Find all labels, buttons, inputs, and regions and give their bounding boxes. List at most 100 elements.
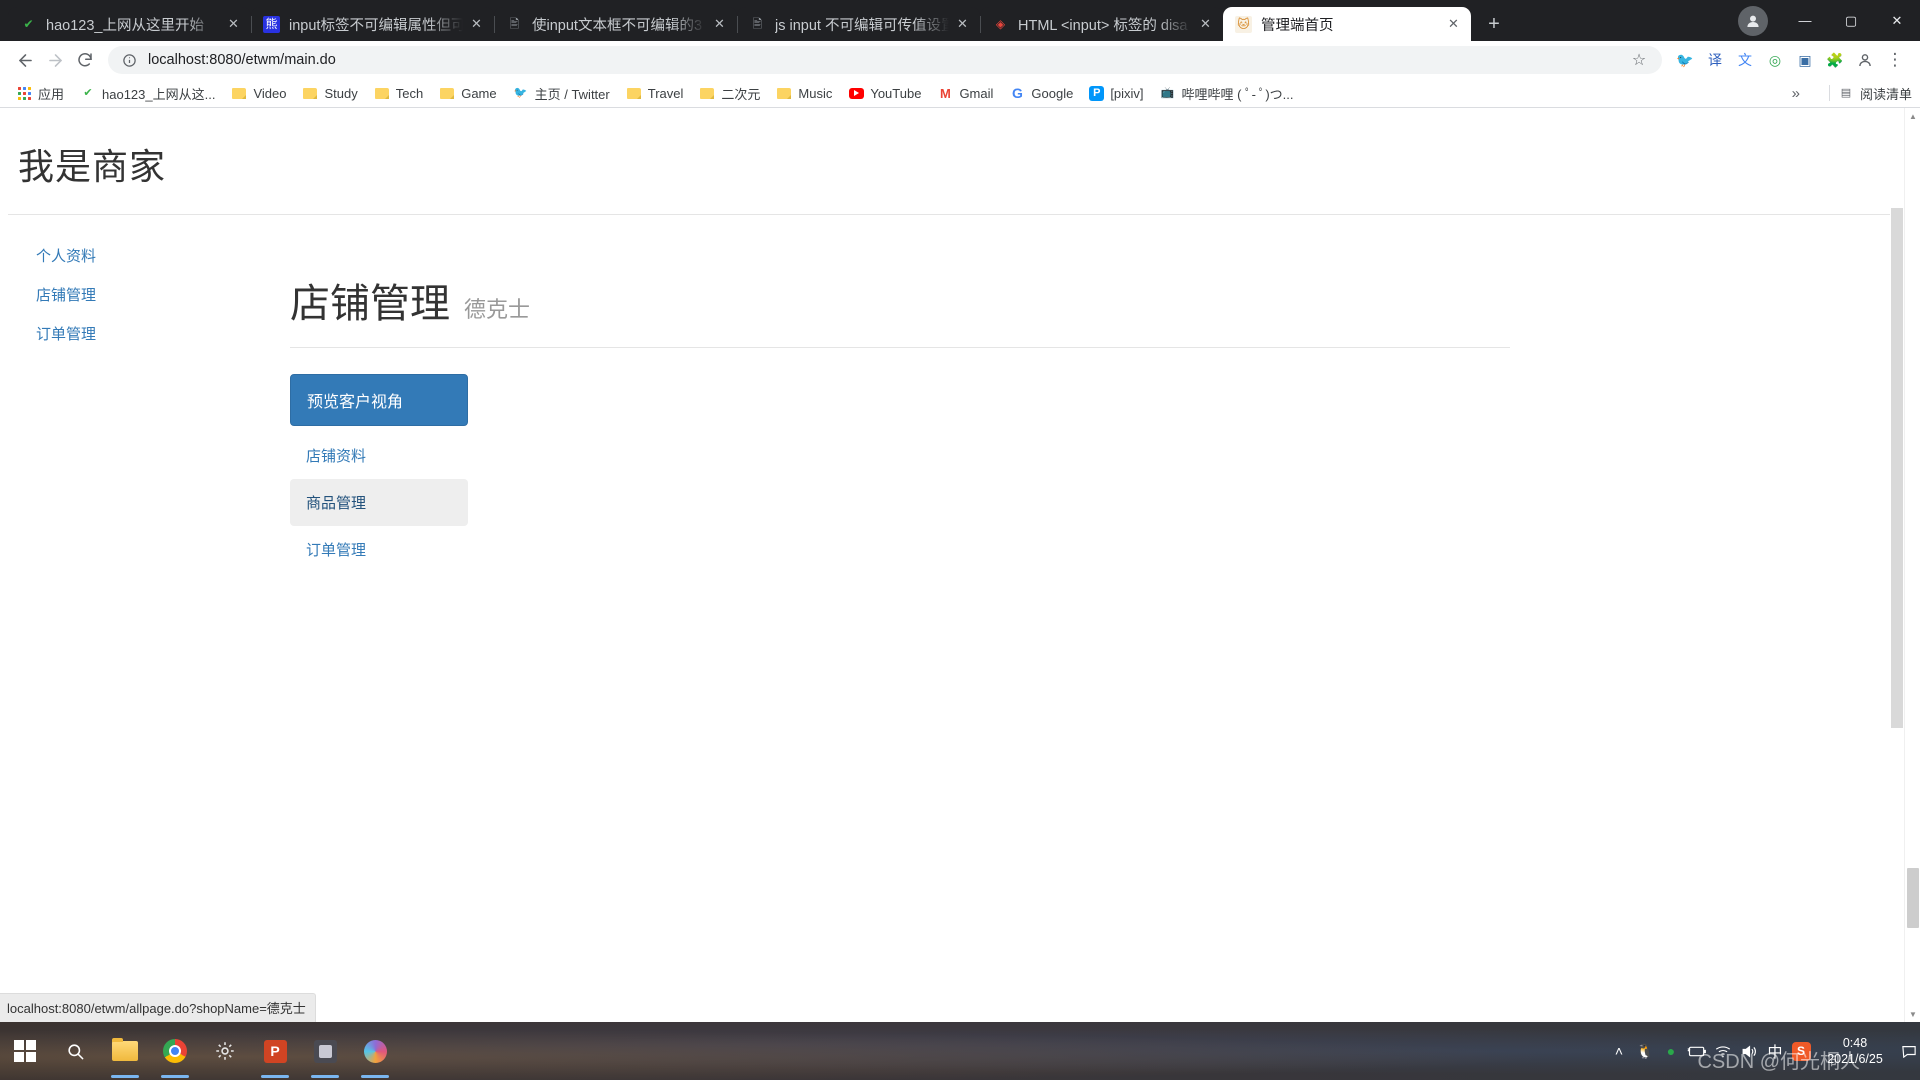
- bookmark-item[interactable]: Game: [431, 81, 504, 105]
- close-window-button[interactable]: ✕: [1874, 0, 1920, 41]
- bookmark-item[interactable]: Travel: [618, 81, 692, 105]
- media-app-icon[interactable]: [350, 1022, 400, 1080]
- reload-icon[interactable]: [70, 45, 100, 75]
- puzzle-icon[interactable]: 🧩: [1821, 46, 1849, 74]
- bookmark-item[interactable]: 二次元: [691, 81, 768, 105]
- browser-tab[interactable]: ◈ HTML <input> 标签的 disa ✕: [980, 7, 1223, 41]
- minimize-button[interactable]: —: [1782, 0, 1828, 41]
- address-bar[interactable]: localhost:8080/etwm/main.do ☆: [108, 46, 1662, 74]
- extensions-area: 🐦 译 文 ◎ ▣ 🧩 ⋮: [1670, 46, 1910, 74]
- close-icon[interactable]: ✕: [953, 15, 972, 34]
- site-info-icon[interactable]: [118, 49, 140, 71]
- back-icon[interactable]: [10, 45, 40, 75]
- scroll-down-icon[interactable]: ▼: [1905, 1006, 1920, 1022]
- forward-icon[interactable]: [40, 45, 70, 75]
- hao123-icon: ✔: [80, 85, 96, 101]
- merchant-admin-page: 我是商家 个人资料 店铺管理 订单管理 店铺管理 德克士 预览客户视角: [0, 108, 1920, 573]
- chrome-icon[interactable]: [150, 1022, 200, 1080]
- new-tab-button[interactable]: +: [1479, 9, 1509, 39]
- baidu-icon: 熊: [263, 16, 280, 33]
- settings-gear-icon[interactable]: [200, 1022, 250, 1080]
- order-management-link[interactable]: 订单管理: [290, 526, 468, 573]
- app-icon[interactable]: [300, 1022, 350, 1080]
- sidebar-item-profile[interactable]: 个人资料: [36, 237, 290, 276]
- action-center-icon[interactable]: [1898, 1022, 1920, 1080]
- bookmark-star-icon[interactable]: ☆: [1624, 45, 1654, 75]
- bookmark-item[interactable]: ✔ hao123_上网从这...: [72, 81, 223, 105]
- bookmark-item[interactable]: Study: [294, 81, 365, 105]
- bookmark-label: Google: [1031, 86, 1073, 101]
- content-scrollbar[interactable]: [1890, 208, 1904, 1022]
- maximize-button[interactable]: ▢: [1828, 0, 1874, 41]
- close-icon[interactable]: ✕: [1444, 15, 1463, 34]
- bookmark-item[interactable]: 🐦 主页 / Twitter: [505, 81, 618, 105]
- battery-icon[interactable]: [1684, 1022, 1710, 1080]
- powerpoint-icon[interactable]: P: [250, 1022, 300, 1080]
- bookmark-apps[interactable]: 应用: [8, 81, 72, 105]
- browser-tab[interactable]: 🖹 使input文本框不可编辑的3 ✕: [494, 7, 737, 41]
- volume-icon[interactable]: [1736, 1022, 1762, 1080]
- bookmark-item[interactable]: Tech: [366, 81, 431, 105]
- search-icon[interactable]: [50, 1022, 100, 1080]
- twitter-icon: 🐦: [513, 85, 529, 101]
- bookmark-item[interactable]: Music: [768, 81, 840, 105]
- browser-tab[interactable]: 熊 input标签不可编辑属性但可 ✕: [251, 7, 494, 41]
- 360-icon[interactable]: ●: [1658, 1022, 1684, 1080]
- shop-info-link[interactable]: 店铺资料: [290, 432, 468, 479]
- sidebar-item-shop-management[interactable]: 店铺管理: [36, 276, 290, 315]
- profile-icon[interactable]: [1851, 46, 1879, 74]
- pocket-icon[interactable]: ▣: [1791, 46, 1819, 74]
- qq-penguin-icon[interactable]: 🐧: [1632, 1022, 1658, 1080]
- bookmark-label: 二次元: [721, 84, 760, 103]
- scroll-up-icon[interactable]: ▲: [1905, 108, 1920, 124]
- translate-icon[interactable]: 文: [1731, 46, 1759, 74]
- bookmark-item[interactable]: M Gmail: [929, 81, 1001, 105]
- windows-start-icon[interactable]: [0, 1022, 50, 1080]
- browser-tab-active[interactable]: 🐱 管理端首页 ✕: [1223, 7, 1471, 41]
- bookmark-item[interactable]: 📺 哔哩哔哩 ( ﾟ- ﾟ)つ...: [1152, 81, 1302, 105]
- bilibili-icon: 📺: [1160, 85, 1176, 101]
- reading-list-icon: ▤: [1838, 85, 1854, 101]
- ime-icon[interactable]: 中: [1762, 1022, 1788, 1080]
- reading-list-button[interactable]: ▤ 阅读清单: [1819, 81, 1912, 105]
- bird-icon[interactable]: 🐦: [1671, 46, 1699, 74]
- windows-taskbar: P ˄ 🐧 ● 中 S 0:48 2021/6/25: [0, 1022, 1920, 1080]
- bookmark-item[interactable]: YouTube: [840, 81, 929, 105]
- browser-tab[interactable]: 🖹 js input 不可编辑可传值设置 ✕: [737, 7, 980, 41]
- folder-icon: [302, 85, 318, 101]
- close-icon[interactable]: ✕: [1196, 15, 1215, 34]
- reading-list-label: 阅读清单: [1860, 84, 1912, 103]
- browser-menu-icon[interactable]: ⋮: [1881, 46, 1909, 74]
- bookmark-item[interactable]: Video: [223, 81, 294, 105]
- show-hidden-icons[interactable]: ˄: [1606, 1022, 1632, 1080]
- bookmarks-overflow-button[interactable]: »: [1792, 85, 1800, 102]
- wifi-icon[interactable]: [1710, 1022, 1736, 1080]
- folder-icon: [699, 85, 715, 101]
- file-explorer-icon[interactable]: [100, 1022, 150, 1080]
- bookmarks-bar: 应用 ✔ hao123_上网从这... Video Study Tech Gam…: [0, 79, 1920, 108]
- preview-customer-view-button[interactable]: 预览客户视角: [290, 374, 468, 426]
- translate-ext-icon[interactable]: 译: [1701, 46, 1729, 74]
- shield-icon[interactable]: ◎: [1761, 46, 1789, 74]
- product-management-link[interactable]: 商品管理: [290, 479, 468, 526]
- browser-toolbar: localhost:8080/etwm/main.do ☆ 🐦 译 文 ◎ ▣ …: [0, 41, 1920, 79]
- content-scrollbar-thumb[interactable]: [1891, 208, 1903, 728]
- tab-title: input标签不可编辑属性但可: [289, 14, 463, 35]
- apps-grid-icon: [16, 85, 32, 101]
- tab-strip: ✔ hao123_上网从这里开始 ✕ 熊 input标签不可编辑属性但可 ✕ 🖹…: [0, 0, 1920, 41]
- folder-icon: [776, 85, 792, 101]
- page-title-text: 店铺管理: [290, 271, 450, 329]
- avatar[interactable]: [1738, 6, 1768, 36]
- close-icon[interactable]: ✕: [467, 15, 486, 34]
- page-scrollbar[interactable]: ▲ ▼: [1904, 108, 1920, 1022]
- taskbar-clock[interactable]: 0:48 2021/6/25: [1814, 1035, 1898, 1067]
- sidebar-item-order-management[interactable]: 订单管理: [36, 315, 290, 354]
- clock-time: 0:48: [1822, 1035, 1888, 1051]
- close-icon[interactable]: ✕: [224, 15, 243, 34]
- browser-tab[interactable]: ✔ hao123_上网从这里开始 ✕: [8, 7, 251, 41]
- bookmark-item[interactable]: P [pixiv]: [1081, 81, 1151, 105]
- page-scrollbar-thumb[interactable]: [1907, 868, 1919, 928]
- close-icon[interactable]: ✕: [710, 15, 729, 34]
- bookmark-item[interactable]: G Google: [1001, 81, 1081, 105]
- sogou-icon[interactable]: S: [1788, 1022, 1814, 1080]
